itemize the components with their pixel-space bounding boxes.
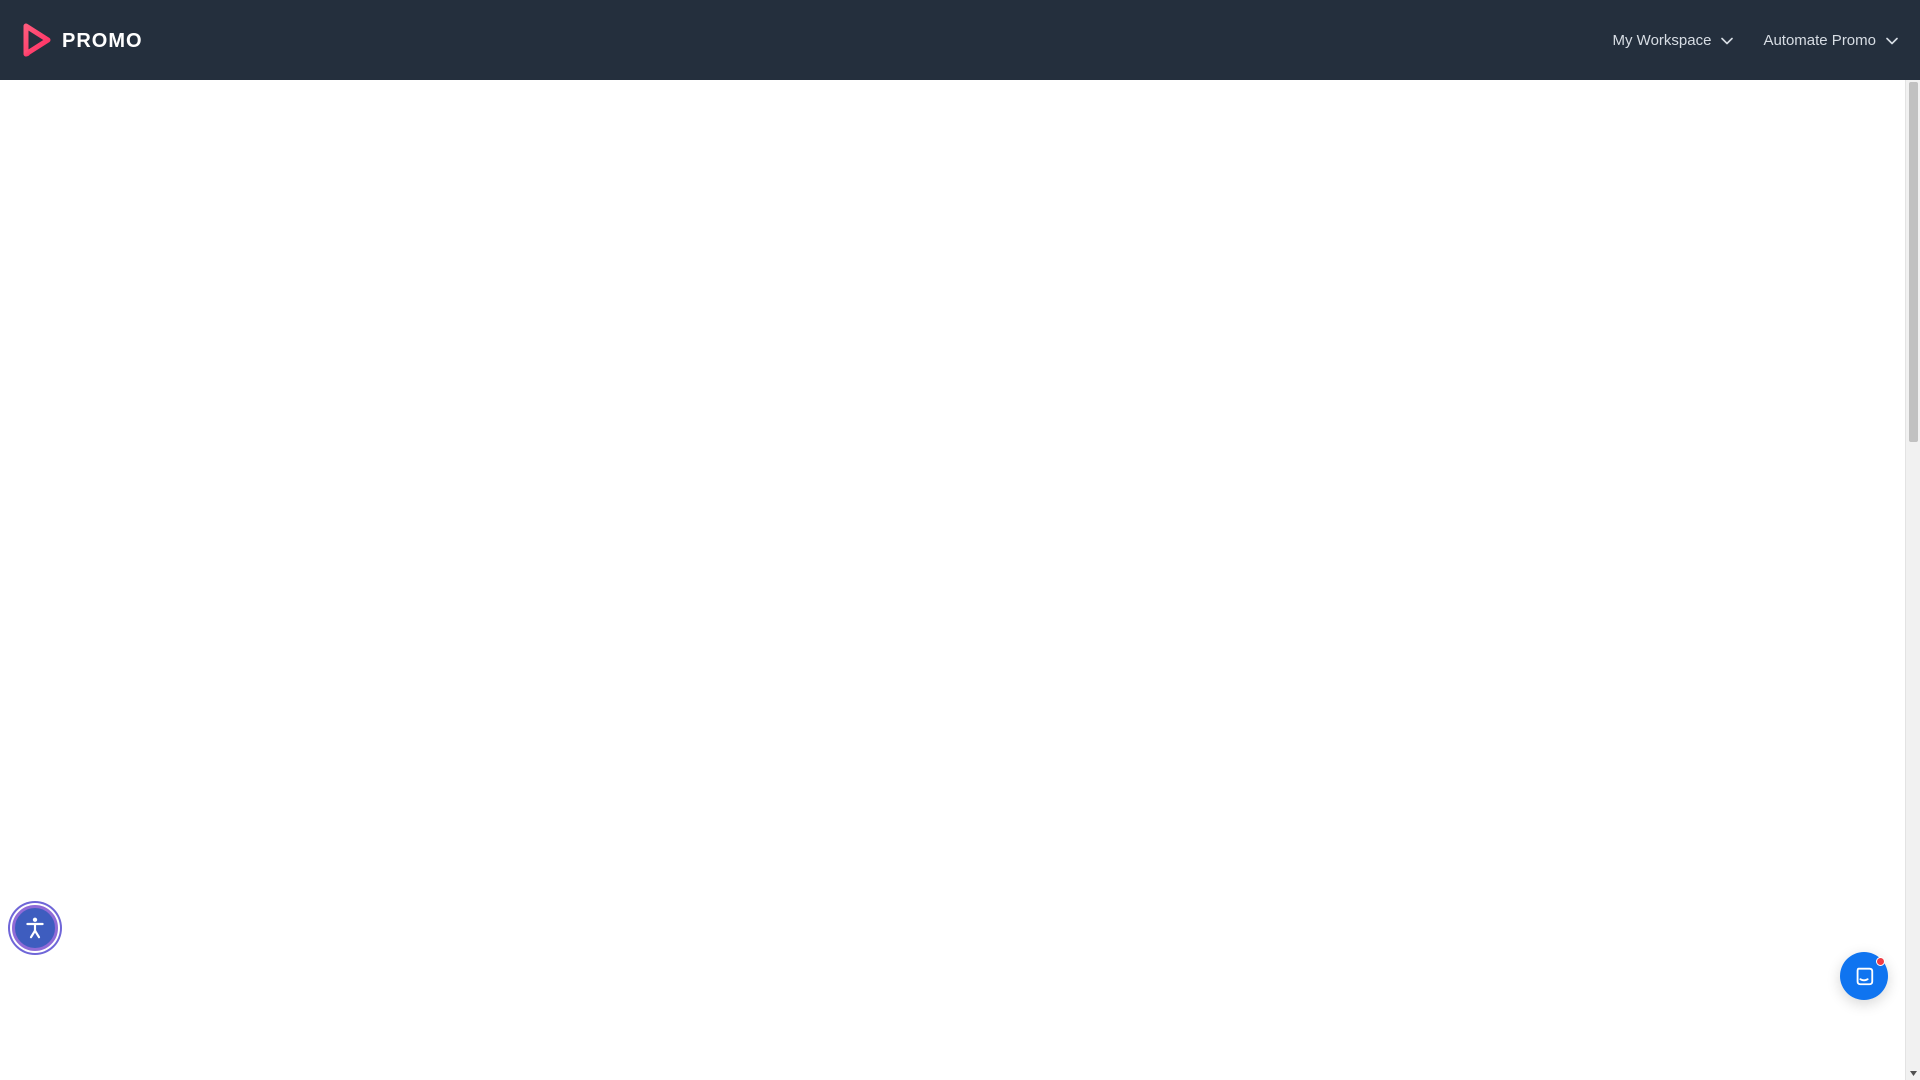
nav-dropdown-automate-promo[interactable]: Automate Promo xyxy=(1763,33,1898,48)
chat-launcher-button[interactable] xyxy=(1840,952,1888,1000)
header-nav: My Workspace Automate Promo xyxy=(1613,0,1898,80)
chevron-down-icon xyxy=(1721,37,1734,45)
chat-notification-dot xyxy=(1876,957,1885,966)
nav-dropdown-label: My Workspace xyxy=(1612,31,1712,49)
accessibility-icon xyxy=(26,917,44,939)
scroll-down-arrow-icon[interactable] xyxy=(1909,1069,1918,1078)
main-content-area xyxy=(0,80,1905,1080)
chat-icon xyxy=(1856,967,1874,986)
brand-logo-link[interactable]: PROMO xyxy=(22,0,143,80)
accessibility-button[interactable] xyxy=(12,905,58,951)
brand-name: PROMO xyxy=(62,29,143,52)
top-navigation-bar: PROMO My Workspace Automate Promo xyxy=(0,0,1920,80)
chevron-down-icon xyxy=(1886,37,1898,45)
nav-dropdown-my-workspace[interactable]: My Workspace xyxy=(1613,33,1734,48)
page-scrollbar[interactable] xyxy=(1905,80,1920,1080)
nav-dropdown-label: Automate Promo xyxy=(1763,31,1876,49)
promo-logo-icon xyxy=(23,23,51,57)
scrollbar-thumb[interactable] xyxy=(1909,82,1918,442)
